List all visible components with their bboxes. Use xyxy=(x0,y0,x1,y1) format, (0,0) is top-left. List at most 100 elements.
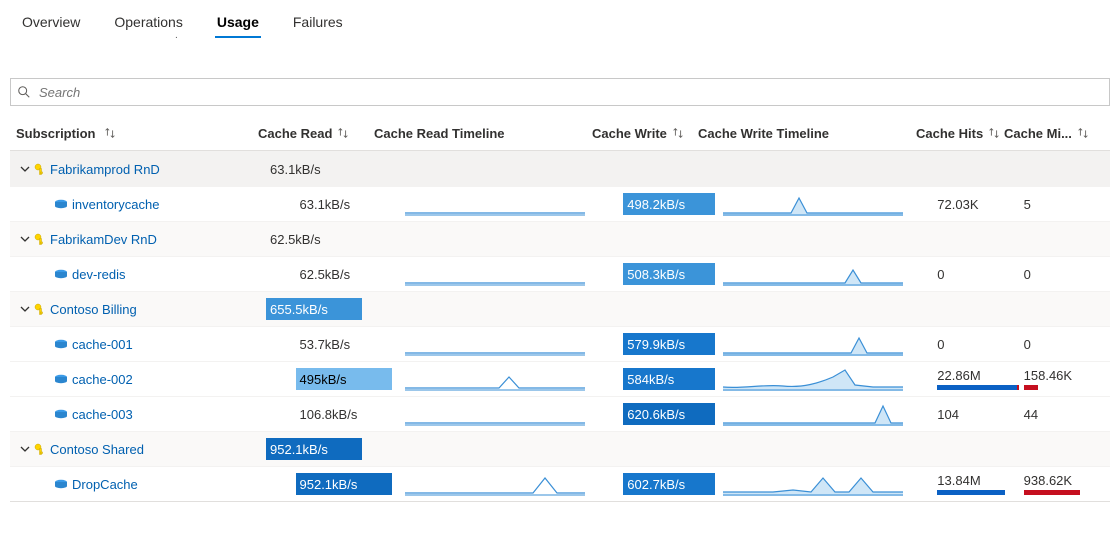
col-header-cache-write-timeline[interactable]: Cache Write Timeline xyxy=(698,126,829,141)
cache-table: Subscription Cache Read Cache Read Timel… xyxy=(10,116,1110,502)
spark-line xyxy=(723,367,903,391)
mini-bar xyxy=(937,385,1019,390)
tab-operations[interactable]: Operations xyxy=(112,10,184,38)
metric-value: 508.3kB/s xyxy=(623,263,715,285)
key-icon xyxy=(34,233,46,245)
cache-row[interactable]: cache-003 106.8kB/s 620.6kB/s 10444 xyxy=(10,396,1110,431)
metric-value: 62.5kB/s xyxy=(266,228,321,250)
sort-icon xyxy=(1076,126,1090,140)
cache-row[interactable]: cache-002 495kB/s 584kB/s 22.86M158.46K xyxy=(10,361,1110,396)
tab-indicator-dot: . xyxy=(175,30,178,41)
cache-row[interactable]: dev-redis 62.5kB/s 508.3kB/s 00 xyxy=(10,256,1110,291)
redis-cache-icon xyxy=(54,409,68,419)
cache-miss-value: 44 xyxy=(1024,407,1110,422)
spark-line xyxy=(405,332,585,356)
mini-bar xyxy=(937,490,1019,495)
cache-link[interactable]: inventorycache xyxy=(72,197,159,212)
spark-line xyxy=(405,367,585,391)
spark-line xyxy=(723,472,903,496)
subscription-link[interactable]: Fabrikamprod RnD xyxy=(50,162,160,177)
col-header-subscription[interactable]: Subscription xyxy=(16,126,117,141)
col-header-cache-write[interactable]: Cache Write xyxy=(592,126,685,141)
spark-line xyxy=(405,472,585,496)
spark-line xyxy=(723,402,903,426)
search-icon xyxy=(17,85,31,99)
metric-value: 579.9kB/s xyxy=(623,333,715,355)
metric-value: 495kB/s xyxy=(296,368,392,390)
metric-value: 498.2kB/s xyxy=(623,193,715,215)
chevron-down-icon[interactable] xyxy=(20,164,30,174)
cache-miss-value: 0 xyxy=(1024,267,1110,282)
spark-line xyxy=(405,192,585,216)
sort-icon xyxy=(103,126,117,140)
col-header-cache-misses-label: Cache Mi... xyxy=(1004,126,1072,141)
metric-value: 952.1kB/s xyxy=(296,473,392,495)
metric-value: 584kB/s xyxy=(623,368,715,390)
redis-cache-icon xyxy=(54,374,68,384)
metric-value: 952.1kB/s xyxy=(266,438,362,460)
subscription-link[interactable]: Contoso Shared xyxy=(50,442,144,457)
cache-link[interactable]: DropCache xyxy=(72,477,138,492)
metric-value: 62.5kB/s xyxy=(296,263,351,285)
spark-line xyxy=(405,262,585,286)
col-header-cache-hits-label: Cache Hits xyxy=(916,126,983,141)
group-row[interactable]: Fabrikamprod RnD 63.1kB/s xyxy=(10,151,1110,186)
group-row[interactable]: FabrikamDev RnD 62.5kB/s xyxy=(10,221,1110,256)
sort-icon xyxy=(336,126,350,140)
cache-row[interactable]: inventorycache63.1kB/s498.2kB/s72.03K5 xyxy=(10,186,1110,221)
cache-hits-value: 104 xyxy=(937,407,1023,422)
cache-link[interactable]: dev-redis xyxy=(72,267,125,282)
cache-miss-value: 0 xyxy=(1024,337,1110,352)
cache-row[interactable]: cache-001 53.7kB/s 579.9kB/s 00 xyxy=(10,326,1110,361)
redis-cache-icon xyxy=(54,339,68,349)
group-row[interactable]: Contoso Shared 952.1kB/s xyxy=(10,431,1110,466)
tab-usage[interactable]: Usage xyxy=(215,10,261,38)
search-box[interactable] xyxy=(10,78,1110,106)
cache-hits-value: 0 xyxy=(937,267,1023,282)
col-header-cache-read-timeline-label: Cache Read Timeline xyxy=(374,126,505,141)
col-header-cache-misses[interactable]: Cache Mi... xyxy=(1004,126,1092,141)
cache-link[interactable]: cache-003 xyxy=(72,407,133,422)
col-header-subscription-label: Subscription xyxy=(16,126,95,141)
cache-link[interactable]: cache-001 xyxy=(72,337,133,352)
redis-cache-icon xyxy=(54,269,68,279)
cache-hits-value: 22.86M xyxy=(937,368,1023,383)
redis-cache-icon xyxy=(54,199,68,209)
cache-miss-value: 938.62K xyxy=(1024,473,1110,488)
cache-hits-value: 0 xyxy=(937,337,1023,352)
key-icon xyxy=(34,303,46,315)
metric-value: 655.5kB/s xyxy=(266,298,362,320)
cache-miss-value: 5 xyxy=(1024,197,1110,212)
tab-failures[interactable]: Failures xyxy=(291,10,345,38)
subscription-link[interactable]: Contoso Billing xyxy=(50,302,137,317)
mini-bar xyxy=(1024,385,1106,390)
chevron-down-icon[interactable] xyxy=(20,304,30,314)
col-header-cache-read-timeline[interactable]: Cache Read Timeline xyxy=(374,126,505,141)
metric-value: 53.7kB/s xyxy=(296,333,351,355)
spark-line xyxy=(723,332,903,356)
cache-hits-value: 72.03K xyxy=(937,197,1023,212)
metric-value: 602.7kB/s xyxy=(623,473,715,495)
search-input[interactable] xyxy=(37,84,1103,101)
cache-link[interactable]: cache-002 xyxy=(72,372,133,387)
chevron-down-icon[interactable] xyxy=(20,234,30,244)
metric-value: 63.1kB/s xyxy=(266,158,321,180)
table-header-row: Subscription Cache Read Cache Read Timel… xyxy=(10,116,1110,151)
spark-line xyxy=(405,402,585,426)
group-row[interactable]: Contoso Billing 655.5kB/s xyxy=(10,291,1110,326)
col-header-cache-write-timeline-label: Cache Write Timeline xyxy=(698,126,829,141)
col-header-cache-hits[interactable]: Cache Hits xyxy=(916,126,1004,141)
metric-value: 106.8kB/s xyxy=(296,403,358,425)
cache-hits-value: 13.84M xyxy=(937,473,1023,488)
col-header-cache-read[interactable]: Cache Read xyxy=(258,126,350,141)
sort-icon xyxy=(987,126,1001,140)
key-icon xyxy=(34,163,46,175)
subscription-link[interactable]: FabrikamDev RnD xyxy=(50,232,157,247)
metric-value: 620.6kB/s xyxy=(623,403,715,425)
redis-cache-icon xyxy=(54,479,68,489)
chevron-down-icon[interactable] xyxy=(20,444,30,454)
cache-row[interactable]: DropCache 952.1kB/s 602.7kB/s 13.84M938.62K xyxy=(10,466,1110,501)
tab-overview[interactable]: Overview xyxy=(20,10,82,38)
cache-miss-value: 158.46K xyxy=(1024,368,1110,383)
col-header-cache-read-label: Cache Read xyxy=(258,126,332,141)
